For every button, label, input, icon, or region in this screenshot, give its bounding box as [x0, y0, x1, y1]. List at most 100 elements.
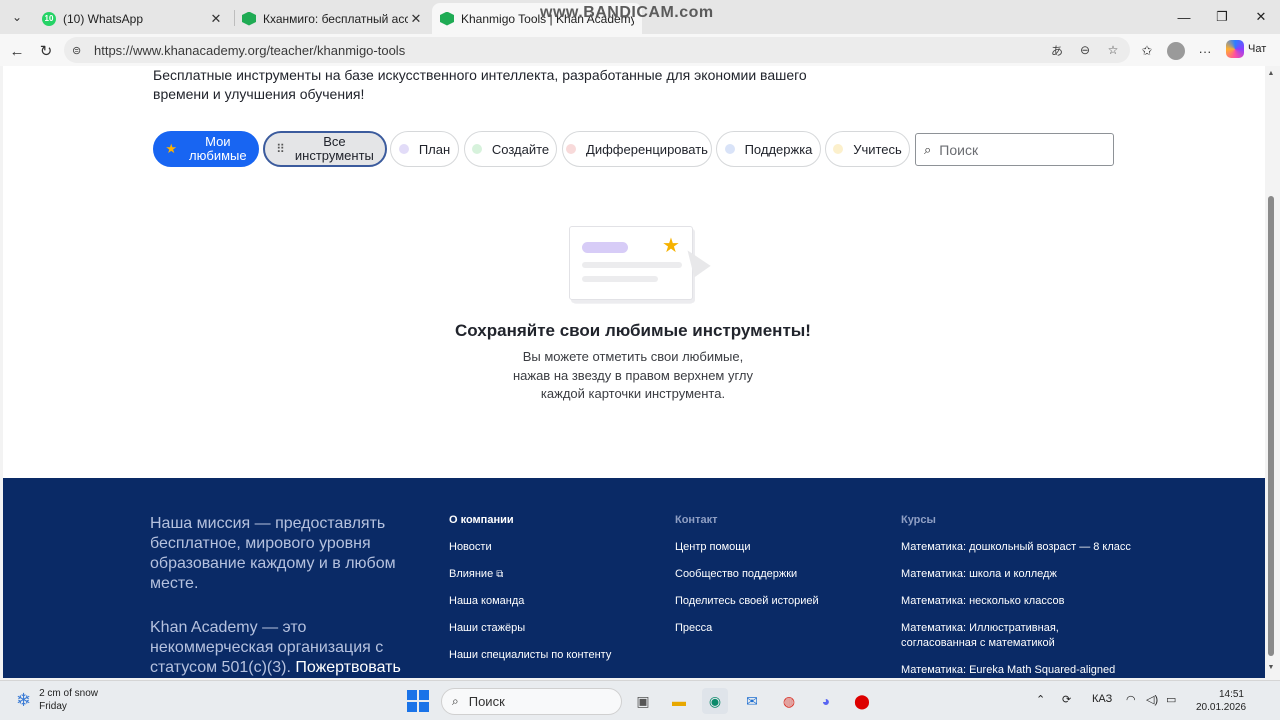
filter-support[interactable]: Поддержка [716, 131, 821, 167]
site-info-icon[interactable]: ⊜ [72, 44, 88, 57]
web-page: Бесплатные инструменты на базе искусстве… [3, 66, 1265, 678]
start-button[interactable] [405, 688, 431, 714]
tab-title: Кханмиго: бесплатный ассистент [263, 11, 408, 26]
url-field[interactable]: ⊜ https://www.khanacademy.org/teacher/kh… [64, 37, 1130, 63]
filter-label: План [418, 141, 451, 157]
search-input[interactable] [939, 141, 1090, 158]
filter-plan[interactable]: План [390, 131, 459, 167]
footer-link-math-eureka[interactable]: Математика: Eureka Math Squared-aligned [901, 664, 1131, 677]
footer-link-support-community[interactable]: Сообщество поддержки [675, 568, 819, 581]
task-view-icon[interactable]: ▣ [630, 688, 656, 714]
tab-list-chevron-icon[interactable]: ⌄ [6, 6, 28, 28]
url-text[interactable]: https://www.khanacademy.org/teacher/khan… [94, 43, 405, 58]
volume-icon[interactable]: ◁) [1146, 693, 1158, 706]
footer-link-math-high-school[interactable]: Математика: школа и колледж [901, 568, 1131, 581]
tab-title: (10) WhatsApp [63, 11, 144, 26]
filter-learn[interactable]: Учитесь [825, 131, 910, 167]
weather-text: 2 cm of snow Friday [39, 688, 99, 712]
footer-link-math-illustrative-2[interactable]: согласованная с математикой [901, 637, 1131, 650]
category-dot [398, 144, 409, 154]
translate-icon[interactable]: あ [1048, 41, 1066, 59]
page-footer: Наша миссия — предоставлять бесплатное, … [3, 478, 1265, 678]
footer-link-share-story[interactable]: Поделитесь своей историей [675, 595, 819, 608]
footer-link-team[interactable]: Наша команда [449, 595, 611, 608]
system-clock[interactable]: 14:51 20.01.2026 [1196, 688, 1246, 714]
page-scrollbar[interactable]: ▲ ▼ [1265, 66, 1277, 678]
filter-label: Учитесь [853, 141, 902, 157]
footer-link-help-center[interactable]: Центр помощи [675, 541, 819, 554]
sync-icon[interactable]: ⟳ [1062, 693, 1071, 706]
minimize-icon[interactable]: — [1173, 6, 1195, 28]
empty-state-text: Вы можете отметить свои любимые, нажав н… [512, 349, 754, 401]
wifi-icon[interactable]: ◠ [1126, 693, 1136, 706]
footer-heading: О компании [449, 514, 514, 526]
chrome-icon[interactable]: ◍ [776, 688, 802, 714]
discord-icon[interactable]: ◕ [813, 688, 839, 714]
tray-overflow-chevron-icon[interactable]: ⌃ [1036, 693, 1045, 706]
copilot-icon [1226, 40, 1244, 58]
footer-link-math-illustrative[interactable]: Математика: Иллюстративная, [901, 622, 1131, 635]
empty-state-title: Сохраняйте свои любимые инструменты! [455, 321, 811, 340]
reading-mode-icon[interactable]: ⊖ [1076, 41, 1094, 59]
tab-khanmigo-assistant[interactable]: Кханмиго: бесплатный ассистент ✕ [234, 3, 432, 34]
search-icon: ⌕ [924, 141, 932, 157]
close-window-icon[interactable]: ✕ [1250, 6, 1272, 28]
file-explorer-icon[interactable]: ▬ [666, 688, 692, 714]
browser-tab-bar: ⌄ 10 (10) WhatsApp ✕ Кханмиго: бесплатны… [0, 0, 1280, 34]
scroll-down-icon[interactable]: ▼ [1267, 664, 1275, 671]
windows-logo-icon [407, 690, 429, 712]
bandicam-record-icon[interactable]: ⬤ [849, 688, 875, 714]
footer-link-content-specialists[interactable]: Наши специалисты по контенту [449, 649, 611, 662]
battery-icon[interactable]: ▭ [1166, 693, 1176, 706]
footer-link-math-multi-grade[interactable]: Математика: несколько классов [901, 595, 1131, 608]
scroll-up-icon[interactable]: ▲ [1267, 70, 1275, 77]
category-dot [833, 144, 844, 154]
reload-icon[interactable]: ↻ [35, 40, 57, 62]
copilot-label: Чат [1248, 43, 1267, 55]
donate-link[interactable]: Пожертвовать [295, 659, 400, 676]
whatsapp-icon: 10 [42, 11, 56, 26]
copilot-button[interactable]: Чат [1226, 40, 1266, 58]
windows-taskbar: ❄ 2 cm of snow Friday ⌕ Поиск ▣ ▬ ◉ ✉ ◍ … [0, 680, 1280, 720]
footer-link-news[interactable]: Новости [449, 541, 611, 554]
favorites-icon[interactable]: ✩ [1136, 40, 1158, 62]
profile-avatar[interactable] [1165, 40, 1187, 62]
weather-widget[interactable]: ❄ 2 cm of snow Friday [16, 687, 98, 713]
footer-link-impact[interactable]: Влияние ⧉ [449, 568, 611, 581]
footer-courses-column: Курсы Математика: дошкольный возраст — 8… [901, 514, 1131, 678]
close-tab-icon[interactable]: ✕ [408, 11, 424, 27]
maximize-icon[interactable]: ❐ [1211, 6, 1233, 28]
page-subtitle: Бесплатные инструменты на базе искусстве… [153, 67, 807, 102]
filter-create[interactable]: Создайте [464, 131, 557, 167]
close-tab-icon[interactable]: ✕ [208, 11, 224, 27]
tab-whatsapp[interactable]: 10 (10) WhatsApp ✕ [34, 3, 232, 34]
footer-link-press[interactable]: Пресса [675, 622, 819, 635]
illustration-card: ★ [569, 226, 693, 300]
more-menu-icon[interactable]: ··· [1194, 40, 1216, 62]
keyboard-language[interactable]: КАЗ [1092, 693, 1112, 705]
filter-label: Создайте [491, 141, 550, 157]
illustration-bar [582, 242, 628, 253]
filter-label: Все инструменты [294, 134, 374, 163]
scroll-thumb[interactable] [1268, 196, 1274, 656]
filter-my-favorites[interactable]: ★ Мои любимые [153, 131, 259, 167]
filter-all-tools[interactable]: ⠿ Все инструменты [263, 131, 387, 167]
favorites-illustration: ★ [569, 226, 719, 308]
mail-icon[interactable]: ✉ [739, 688, 765, 714]
mission-text: Наша миссия — предоставлять бесплатное, … [150, 515, 396, 592]
footer-link-interns[interactable]: Наши стажёры [449, 622, 611, 635]
footer-heading: Контакт [675, 514, 718, 526]
tool-search[interactable]: ⌕ [915, 133, 1114, 166]
taskbar-search[interactable]: ⌕ Поиск [441, 688, 622, 715]
illustration-line [582, 276, 658, 282]
search-icon: ⌕ [452, 694, 459, 708]
khanmigo-icon [242, 11, 256, 26]
footer-contact-column: Контакт Центр помощи Сообщество поддержк… [675, 514, 819, 649]
footer-link-math-prek-8[interactable]: Математика: дошкольный возраст — 8 класс [901, 541, 1131, 554]
filter-differentiate[interactable]: Дифференцировать [562, 131, 712, 167]
snowflake-icon: ❄ [16, 689, 32, 710]
favorite-star-icon[interactable]: ☆ [1104, 41, 1122, 59]
edge-browser-icon[interactable]: ◉ [702, 688, 728, 714]
back-arrow-icon[interactable]: ← [6, 40, 28, 62]
footer-heading: Курсы [901, 514, 936, 526]
